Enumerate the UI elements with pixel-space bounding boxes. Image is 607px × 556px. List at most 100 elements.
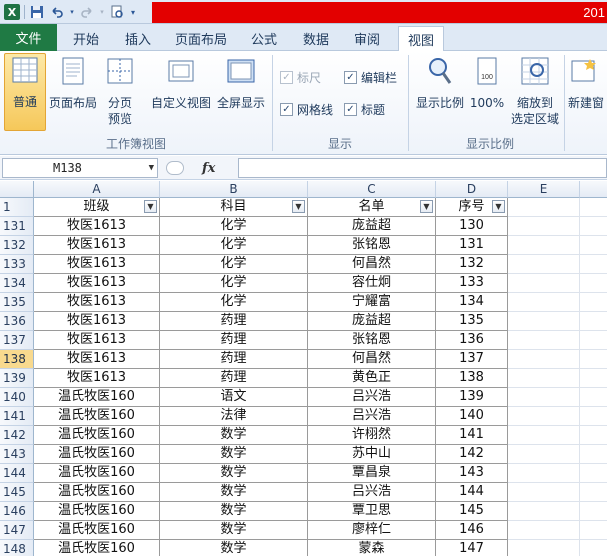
headings-checkbox[interactable]: ✓ 标题 — [344, 101, 385, 118]
custom-views-button[interactable]: 自定义视图 — [150, 55, 212, 111]
cell-number[interactable]: 141 — [436, 426, 508, 445]
cell-empty[interactable] — [580, 198, 607, 217]
cell-empty[interactable] — [580, 464, 607, 483]
cell-number[interactable]: 132 — [436, 255, 508, 274]
page-layout-view-button[interactable]: 页面布局 — [48, 55, 98, 111]
name-box-dropdown-icon[interactable]: ▼ — [149, 159, 154, 177]
cell-empty[interactable] — [508, 540, 580, 556]
row-header[interactable]: 140 — [0, 388, 34, 407]
filter-dropdown-icon[interactable]: ▼ — [292, 200, 305, 213]
cell-empty[interactable] — [580, 426, 607, 445]
cell-class[interactable]: 温氏牧医160 — [34, 426, 160, 445]
cell-empty[interactable] — [580, 521, 607, 540]
cell-empty[interactable] — [508, 445, 580, 464]
cell-empty[interactable] — [508, 198, 580, 217]
cell-name[interactable]: 廖梓仁 — [308, 521, 436, 540]
cell-number[interactable]: 139 — [436, 388, 508, 407]
row-header[interactable]: 136 — [0, 312, 34, 331]
cell-empty[interactable] — [580, 255, 607, 274]
cell-number[interactable]: 142 — [436, 445, 508, 464]
formula-expand-icon[interactable] — [166, 161, 184, 175]
row-header[interactable]: 142 — [0, 426, 34, 445]
tab-review[interactable]: 审阅 — [349, 26, 385, 51]
cell-class[interactable]: 牧医1613 — [34, 350, 160, 369]
cell-name[interactable]: 何昌然 — [308, 255, 436, 274]
cell-class[interactable]: 温氏牧医160 — [34, 388, 160, 407]
cell-class[interactable]: 温氏牧医160 — [34, 521, 160, 540]
cell-subject[interactable]: 药理 — [160, 369, 308, 388]
filter-dropdown-icon[interactable]: ▼ — [492, 200, 505, 213]
cell-subject[interactable]: 药理 — [160, 331, 308, 350]
redo-dropdown-icon[interactable]: ▾ — [99, 4, 105, 20]
gridlines-checkbox[interactable]: ✓ 网格线 — [280, 101, 333, 118]
cell-empty[interactable] — [508, 369, 580, 388]
cell-class[interactable]: 牧医1613 — [34, 274, 160, 293]
cell-subject[interactable]: 数学 — [160, 483, 308, 502]
cell-name[interactable]: 何昌然 — [308, 350, 436, 369]
cell-subject[interactable]: 化学 — [160, 217, 308, 236]
cell-empty[interactable] — [508, 331, 580, 350]
cell-class[interactable]: 牧医1613 — [34, 236, 160, 255]
cell-class[interactable]: 牧医1613 — [34, 293, 160, 312]
cell-number[interactable]: 134 — [436, 293, 508, 312]
cell-subject[interactable]: 数学 — [160, 502, 308, 521]
column-header-f[interactable] — [580, 181, 607, 198]
save-icon[interactable] — [29, 4, 45, 20]
row-header[interactable]: 135 — [0, 293, 34, 312]
row-header[interactable]: 143 — [0, 445, 34, 464]
row-header[interactable]: 138 — [0, 350, 34, 369]
cell-empty[interactable] — [580, 274, 607, 293]
cell-subject[interactable]: 化学 — [160, 255, 308, 274]
tab-formulas[interactable]: 公式 — [246, 26, 282, 51]
zoom-to-selection-button[interactable]: 缩放到 选定区域 — [508, 55, 562, 127]
row-header[interactable]: 1 — [0, 198, 34, 217]
row-header[interactable]: 133 — [0, 255, 34, 274]
cell-number[interactable]: 138 — [436, 369, 508, 388]
cell-subject[interactable]: 数学 — [160, 445, 308, 464]
ruler-checkbox[interactable]: ✓ 标尺 — [280, 69, 321, 86]
cell-class[interactable]: 温氏牧医160 — [34, 407, 160, 426]
cell-name[interactable]: 覃卫思 — [308, 502, 436, 521]
cell-empty[interactable] — [580, 217, 607, 236]
column-header-c[interactable]: C — [308, 181, 436, 198]
row-header[interactable]: 147 — [0, 521, 34, 540]
cell-empty[interactable] — [580, 350, 607, 369]
cell-empty[interactable] — [508, 236, 580, 255]
cell-class[interactable]: 牧医1613 — [34, 255, 160, 274]
header-cell-class[interactable]: 班级 ▼ — [34, 198, 160, 217]
column-header-d[interactable]: D — [436, 181, 508, 198]
row-header[interactable]: 131 — [0, 217, 34, 236]
insert-function-icon[interactable]: fx — [202, 161, 215, 176]
row-header[interactable]: 144 — [0, 464, 34, 483]
row-header[interactable]: 139 — [0, 369, 34, 388]
cell-empty[interactable] — [508, 388, 580, 407]
cell-empty[interactable] — [508, 464, 580, 483]
cell-subject[interactable]: 数学 — [160, 540, 308, 556]
cell-subject[interactable]: 药理 — [160, 350, 308, 369]
cell-empty[interactable] — [580, 445, 607, 464]
tab-insert[interactable]: 插入 — [120, 26, 156, 51]
cell-empty[interactable] — [580, 502, 607, 521]
cell-class[interactable]: 温氏牧医160 — [34, 464, 160, 483]
column-header-e[interactable]: E — [508, 181, 580, 198]
cell-number[interactable]: 143 — [436, 464, 508, 483]
row-header[interactable]: 148 — [0, 540, 34, 556]
cell-name[interactable]: 宁耀富 — [308, 293, 436, 312]
cell-empty[interactable] — [508, 407, 580, 426]
tab-view[interactable]: 视图 — [398, 26, 444, 52]
customize-qat-icon[interactable]: ▾ — [129, 4, 137, 20]
filter-dropdown-icon[interactable]: ▼ — [420, 200, 433, 213]
cell-number[interactable]: 147 — [436, 540, 508, 556]
cell-number[interactable]: 131 — [436, 236, 508, 255]
cell-name[interactable]: 苏中山 — [308, 445, 436, 464]
cell-empty[interactable] — [508, 483, 580, 502]
cell-empty[interactable] — [580, 540, 607, 556]
cell-empty[interactable] — [580, 236, 607, 255]
cell-name[interactable]: 黄色正 — [308, 369, 436, 388]
full-screen-button[interactable]: 全屏显示 — [214, 55, 268, 111]
cell-class[interactable]: 温氏牧医160 — [34, 483, 160, 502]
cell-subject[interactable]: 化学 — [160, 274, 308, 293]
filter-dropdown-icon[interactable]: ▼ — [144, 200, 157, 213]
new-window-button[interactable]: 新建窗 — [568, 55, 607, 111]
name-box[interactable]: M138 ▼ — [2, 158, 158, 178]
